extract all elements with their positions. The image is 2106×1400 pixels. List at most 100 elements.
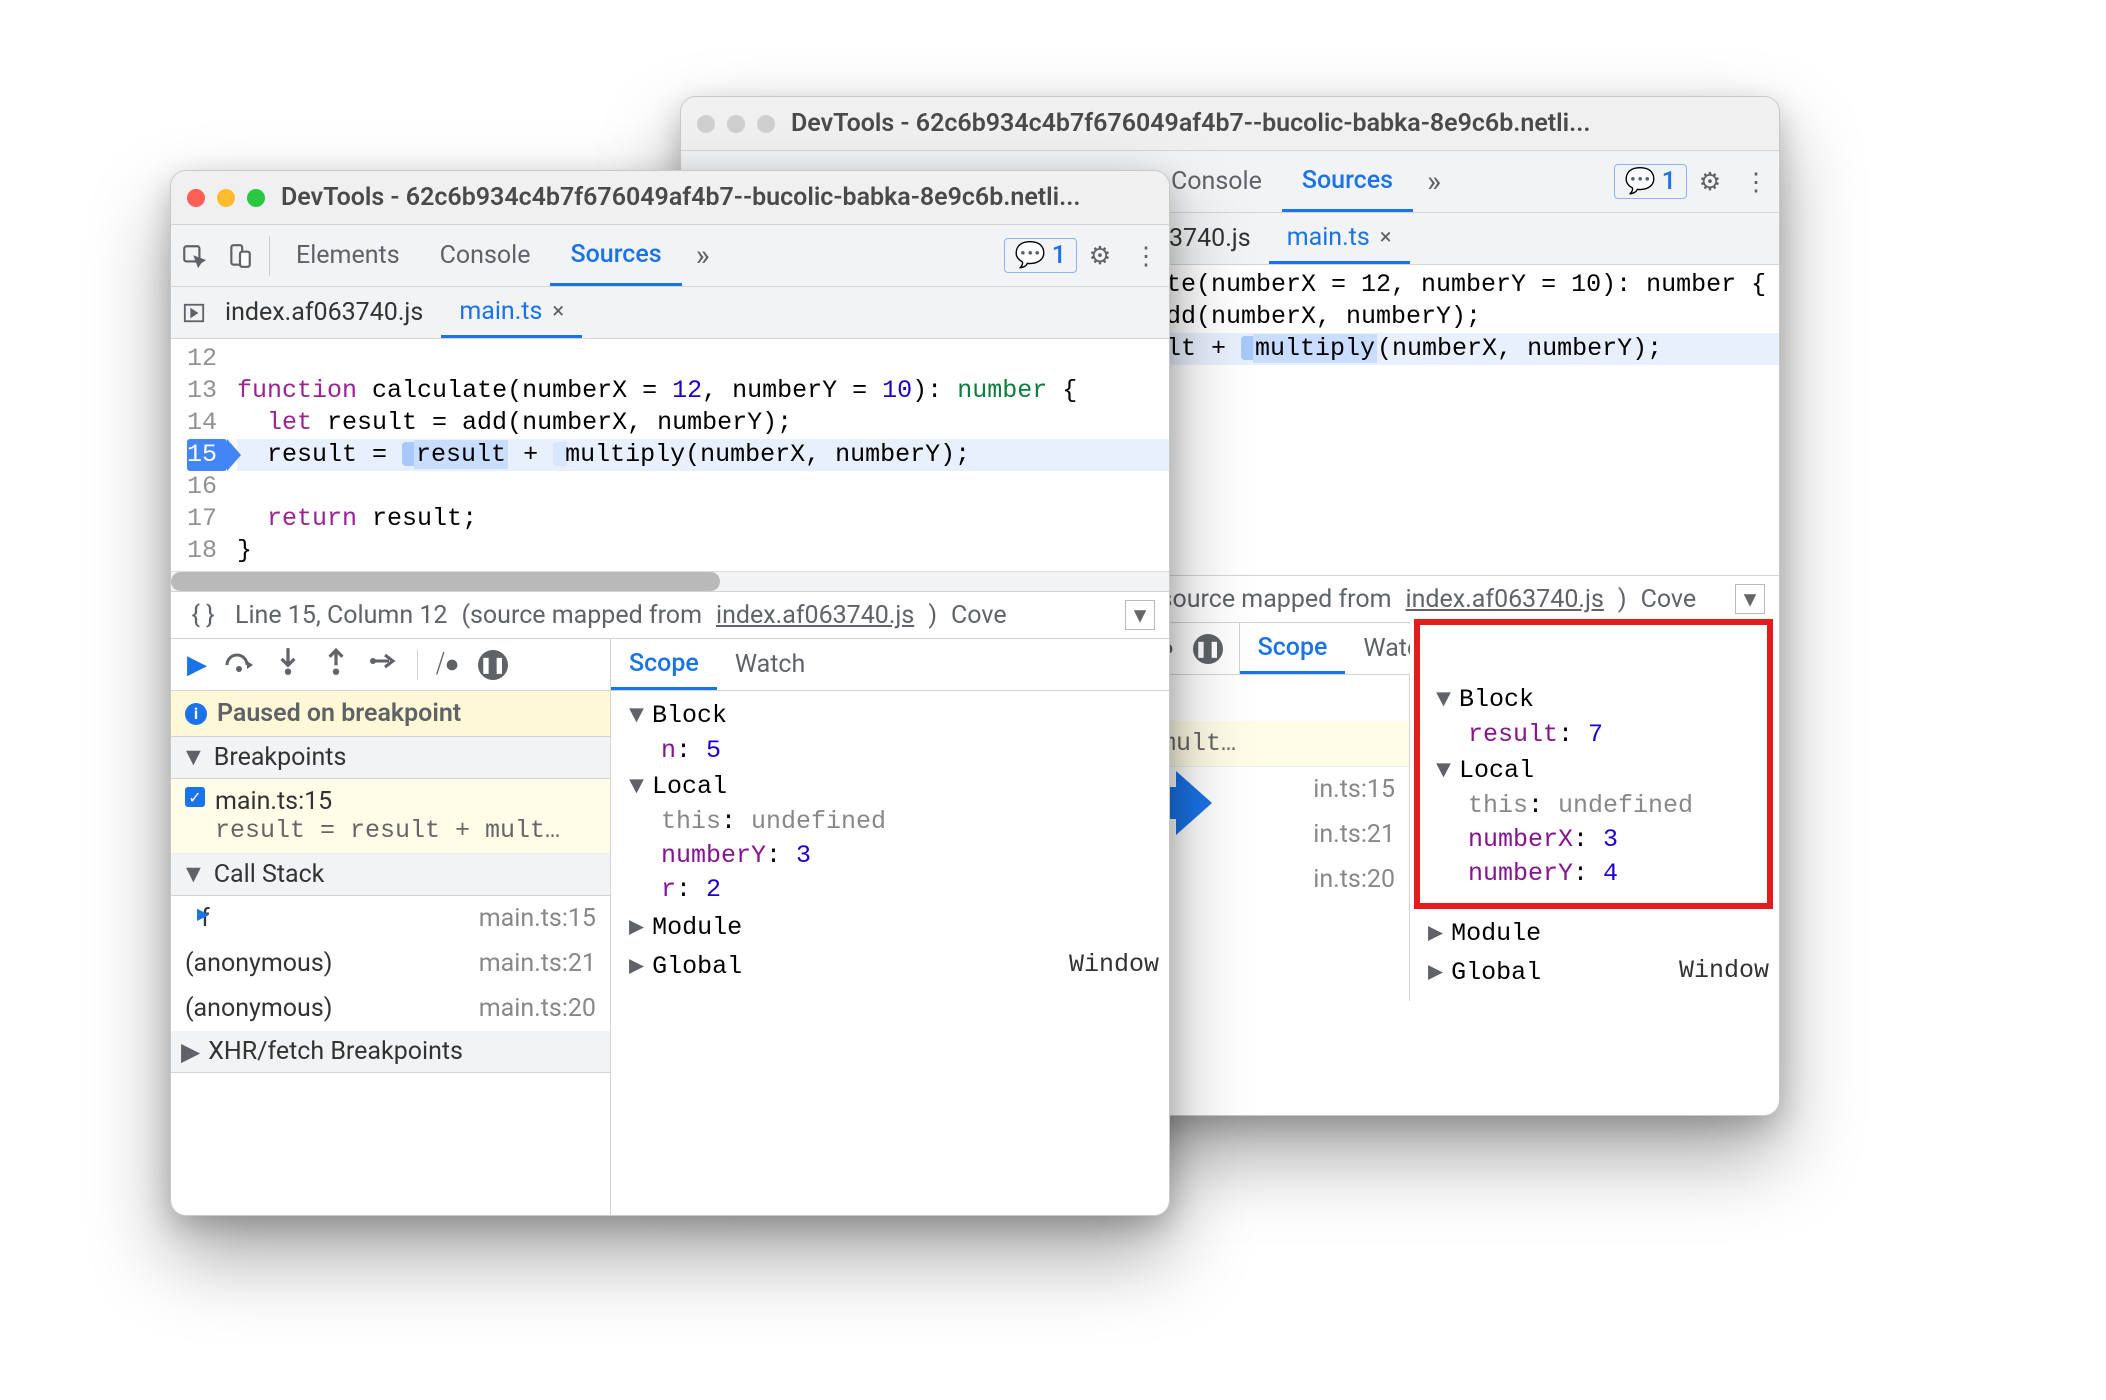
tab-sources-back[interactable]: Sources [1282,151,1413,212]
tab-scope-back[interactable]: Scope [1240,623,1346,674]
code-line: let result = add(numberX, numberY); [237,407,1169,439]
breakpoint-item[interactable]: ✓ main.ts:15 result = result + mult… [171,779,610,854]
cursor-position: Line 15, Column 12 [235,601,447,630]
highlight-red-box: ▼Block result: 7 ▼Local this: undefined … [1414,619,1773,909]
device-toggle-icon[interactable] [217,243,263,269]
stack-row[interactable]: in.ts:20 [1151,857,1409,902]
more-tabs-icon[interactable]: » [682,238,724,273]
issues-badge-back[interactable]: 💬 1 [1614,164,1687,199]
breakpoint-checkbox[interactable]: ✓ [185,787,205,807]
step-into-icon[interactable] [273,646,303,683]
debugger-controls-front: ▶ ⧸● ❚❚ [171,639,611,690]
coverage-dropdown-icon[interactable]: ▾ [1735,584,1765,614]
info-icon: i [185,703,207,725]
paused-banner: i Paused on breakpoint [171,691,610,737]
scope-var: result: 7 [1428,718,1759,752]
sourcemap-link[interactable]: index.af063740.js [716,601,914,630]
step-icon[interactable] [369,646,399,683]
settings-gear-icon[interactable]: ⚙ [1687,167,1733,197]
resume-icon[interactable]: ▶ [187,650,207,680]
code-line: } [237,535,1169,567]
traffic-lights-front [187,189,265,207]
scope-var: r: 2 [621,873,1159,907]
scope-global[interactable]: ▶GlobalWindow [621,946,1159,985]
file-tab-main[interactable]: main.ts × [441,287,582,338]
tab-watch[interactable]: Watch [717,639,823,690]
deactivate-breakpoints-icon[interactable]: ⧸● [436,650,460,679]
scope-module-back[interactable]: ▶Module [1420,913,1769,952]
stack-row[interactable]: fmain.ts:15 [171,896,610,941]
step-out-icon[interactable] [321,646,351,683]
stack-row[interactable]: (anonymous)main.ts:20 [171,986,610,1031]
chat-icon: 💬 [1015,241,1046,270]
close-icon[interactable]: × [1380,225,1392,250]
code-line: add(numberX, numberY); [1151,301,1779,333]
close-dot[interactable] [697,115,715,133]
code-line-current: ult + multiply(numberX, numberY); [1151,333,1779,365]
more-tabs-icon[interactable]: » [1413,164,1455,199]
line-gutter[interactable]: 12 13 14 15 16 17 18 [171,339,227,571]
minimize-dot[interactable] [217,189,235,207]
scope-block-back[interactable]: ▼Block [1428,681,1759,718]
debugger-row-front: ▶ ⧸● ❚❚ Scope Watch [171,639,1169,691]
horizontal-scrollbar[interactable] [171,571,1169,591]
tab-elements[interactable]: Elements [276,225,420,286]
step-over-icon[interactable] [225,646,255,683]
scope-tabs-front: Scope Watch [611,639,823,690]
section-callstack[interactable]: ▼Call Stack [171,854,610,896]
scope-block[interactable]: ▼Block [621,697,1159,734]
kebab-menu-icon[interactable]: ⋮ [1123,241,1169,271]
close-dot[interactable] [187,189,205,207]
code-editor-front[interactable]: 12 13 14 15 16 17 18 function calculate(… [171,339,1169,571]
scope-module[interactable]: ▶Module [621,907,1159,946]
scope-var: n: 5 [621,734,1159,768]
file-tab-main-back[interactable]: main.ts × [1269,213,1410,264]
stack-row[interactable]: (anonymous)main.ts:21 [171,941,610,986]
close-icon[interactable]: × [552,299,564,324]
inspect-element-icon[interactable] [171,243,217,269]
code-line: function calculate(numberX = 12, numberY… [237,375,1169,407]
breakpoint-item-back[interactable]: mult… [1151,721,1409,767]
file-tab-index[interactable]: index.af063740.js [207,287,441,338]
navigator-toggle-icon[interactable] [181,302,207,324]
section-xhr[interactable]: ▶XHR/fetch Breakpoints [171,1031,610,1073]
scope-var: this: undefined [621,805,1159,839]
tabs-bar-front: Elements Console Sources » 💬 1 ⚙ ⋮ [171,225,1169,287]
status-bar-front: { } Line 15, Column 12 (source mapped fr… [171,591,1169,639]
minimize-dot[interactable] [727,115,745,133]
titlebar-front: DevTools - 62c6b934c4b7f676049af4b7--buc… [171,171,1169,225]
scope-pane-back: ▼Block result: 7 ▼Local this: undefined … [1410,619,1779,1001]
code-line: return result; [237,503,1169,535]
breakpoint-line-marker[interactable]: 15 [187,439,227,471]
zoom-dot[interactable] [247,189,265,207]
settings-gear-icon[interactable]: ⚙ [1077,241,1123,271]
scope-var: numberX: 3 [1428,823,1759,857]
sourcemap-link-back[interactable]: index.af063740.js [1406,585,1604,614]
chat-icon: 💬 [1625,167,1656,196]
tab-console[interactable]: Console [420,225,551,286]
devtools-window-front: DevTools - 62c6b934c4b7f676049af4b7--buc… [170,170,1170,1216]
tab-sources[interactable]: Sources [550,225,681,286]
scope-global-back[interactable]: ▶GlobalWindow [1420,952,1769,991]
scope-var: numberY: 4 [1428,857,1759,891]
window-title-front: DevTools - 62c6b934c4b7f676049af4b7--buc… [281,183,1080,212]
code-line-current: result = result + multiply(numberX, numb… [237,439,1169,471]
zoom-dot[interactable] [757,115,775,133]
code-line: ate(numberX = 12, numberY = 10): number … [1151,269,1779,301]
scope-var: this: undefined [1428,789,1759,823]
scope-local-back[interactable]: ▼Local [1428,752,1759,789]
window-title-back: DevTools - 62c6b934c4b7f676049af4b7--buc… [791,109,1590,138]
section-breakpoints[interactable]: ▼Breakpoints [171,737,610,779]
pretty-print-icon[interactable]: { } [185,601,221,630]
file-tabs-front: index.af063740.js main.ts × [171,287,1169,339]
issues-badge-front[interactable]: 💬 1 [1004,238,1077,273]
pause-on-exceptions-icon[interactable]: ❚❚ [478,650,508,680]
scope-pane-front: ▼Block n: 5 ▼Local this: undefined numbe… [611,691,1169,1216]
scope-local[interactable]: ▼Local [621,768,1159,805]
tab-scope[interactable]: Scope [611,639,717,690]
pause-icon[interactable]: ❚❚ [1193,634,1223,664]
coverage-dropdown-icon[interactable]: ▾ [1125,600,1155,630]
scope-var: numberY: 3 [621,839,1159,873]
tab-console-back[interactable]: Console [1151,151,1282,212]
kebab-menu-icon[interactable]: ⋮ [1733,167,1779,197]
